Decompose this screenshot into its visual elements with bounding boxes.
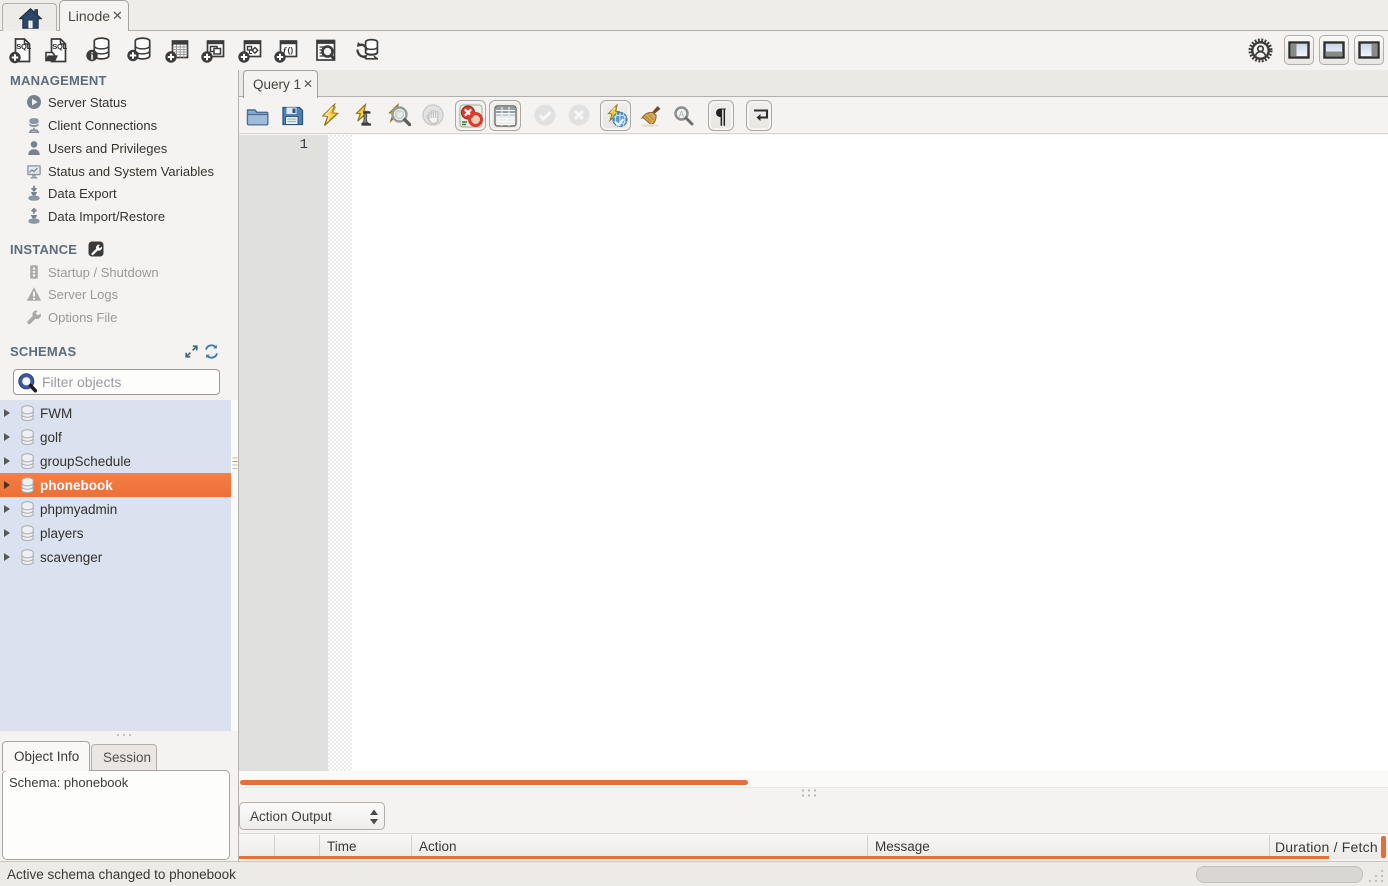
svg-text:(): ()	[288, 45, 294, 55]
svg-text:i: i	[91, 52, 94, 63]
svg-text:SQL: SQL	[16, 42, 31, 51]
svg-text:¶: ¶	[715, 104, 727, 126]
svg-text:SQL: SQL	[52, 42, 67, 51]
svg-text:A: A	[679, 110, 685, 119]
